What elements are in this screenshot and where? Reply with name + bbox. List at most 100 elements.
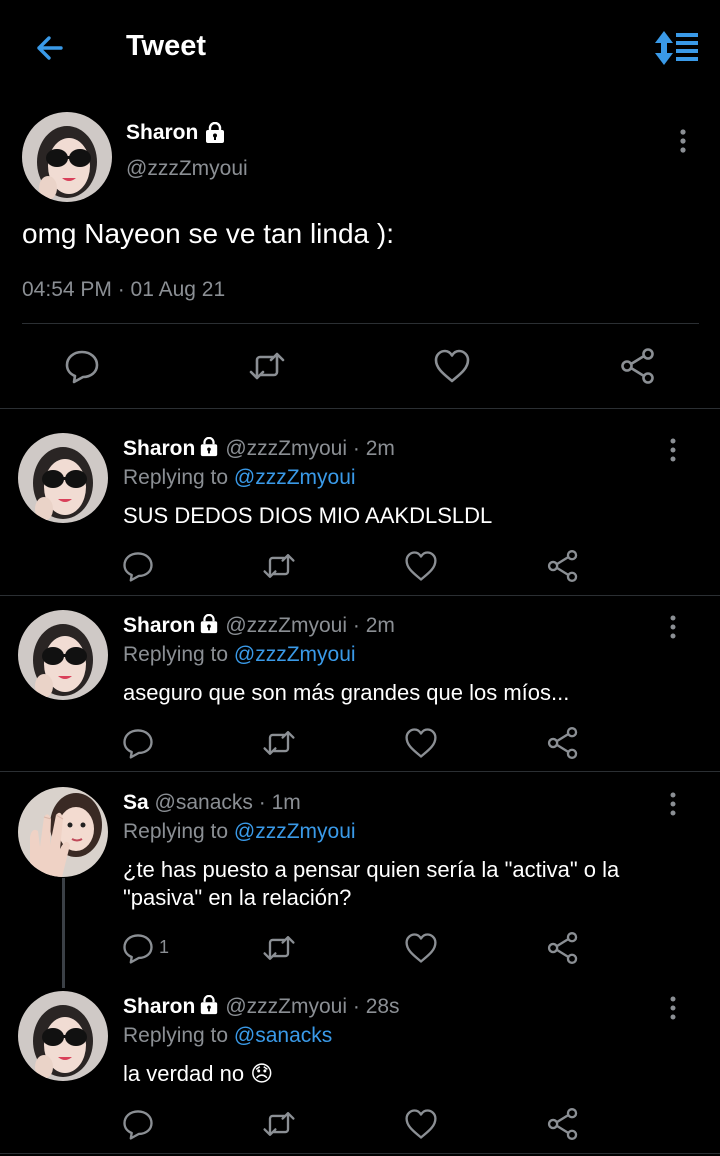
share-icon <box>618 346 658 386</box>
reply-author-name[interactable]: Sharon <box>123 614 195 637</box>
lock-icon <box>199 614 219 634</box>
heart-icon <box>403 1106 439 1142</box>
replying-to: Replying to @zzzZmyoui <box>123 820 356 843</box>
lock-icon <box>199 995 219 1015</box>
share-button[interactable] <box>545 548 581 584</box>
author-handle[interactable]: @zzzZmyoui <box>126 157 248 181</box>
reply-button[interactable] <box>120 1106 156 1142</box>
share-button[interactable] <box>545 1106 581 1142</box>
mention-link[interactable]: @zzzZmyoui <box>234 820 356 843</box>
reply-time: 1m <box>271 791 301 814</box>
reply-count: 1 <box>159 937 170 957</box>
more-options-button[interactable] <box>660 993 686 1023</box>
reply-author-handle[interactable]: @sanacks <box>155 791 253 814</box>
reply-icon <box>120 1106 156 1142</box>
more-vertical-icon <box>660 993 686 1023</box>
reply-time: 2m <box>365 437 395 460</box>
mention-link[interactable]: @zzzZmyoui <box>234 466 356 489</box>
reply-author-name[interactable]: Sharon <box>123 437 195 460</box>
disappointed-face-emoji: 😞 <box>250 1061 274 1086</box>
reply-author-handle[interactable]: @zzzZmyoui <box>225 995 347 1018</box>
reply-author-name[interactable]: Sa <box>123 791 149 814</box>
reply-avatar[interactable] <box>18 991 108 1081</box>
divider <box>0 771 720 772</box>
lock-icon <box>204 122 226 144</box>
reply-text: ¿te has puesto a pensar quien sería la "… <box>123 857 620 910</box>
tweet-timestamp: 04:54 PM · 01 Aug 21 <box>22 278 226 301</box>
more-vertical-icon <box>660 435 686 465</box>
share-button[interactable] <box>545 930 581 966</box>
like-button[interactable] <box>403 1106 439 1142</box>
more-options-button[interactable] <box>668 125 698 157</box>
reply-time: 2m <box>365 614 395 637</box>
more-vertical-icon <box>668 125 698 157</box>
mention-link[interactable]: @sanacks <box>234 1024 332 1047</box>
replying-to: Replying to @zzzZmyoui <box>123 643 356 666</box>
tweet-text: omg Nayeon se ve tan linda ): <box>22 218 394 249</box>
retweet-icon <box>261 725 297 761</box>
reply-icon <box>120 930 156 966</box>
share-icon <box>545 930 581 966</box>
mention-link[interactable]: @zzzZmyoui <box>234 643 356 666</box>
share-button[interactable] <box>618 346 658 386</box>
reply-icon <box>120 725 156 761</box>
reply-icon <box>62 346 102 386</box>
reply-text: la verdad no 😞 <box>123 1061 274 1086</box>
retweet-icon <box>247 346 287 386</box>
app-header: Tweet <box>0 0 720 96</box>
retweet-button[interactable] <box>247 346 287 386</box>
reply-button[interactable] <box>120 930 156 966</box>
reply-button[interactable] <box>120 725 156 761</box>
more-options-button[interactable] <box>660 435 686 465</box>
retweet-button[interactable] <box>261 548 297 584</box>
sort-replies-button[interactable] <box>652 28 700 68</box>
replying-to: Replying to @sanacks <box>123 1024 333 1047</box>
reply-item[interactable]: Sa @sanacks · 1m Replying to @zzzZmyoui … <box>0 787 720 977</box>
retweet-button[interactable] <box>261 725 297 761</box>
more-options-button[interactable] <box>660 789 686 819</box>
like-button[interactable] <box>432 346 472 386</box>
like-button[interactable] <box>403 930 439 966</box>
reply-button[interactable] <box>120 548 156 584</box>
tweet-screen: Tweet Sharon @zzzZmyoui omg Nayeon se ve… <box>0 0 720 1156</box>
heart-icon <box>432 346 472 386</box>
thread-connector <box>62 878 65 988</box>
divider <box>0 595 720 596</box>
share-icon <box>545 548 581 584</box>
reply-author-name[interactable]: Sharon <box>123 995 195 1018</box>
back-button[interactable] <box>30 28 70 68</box>
more-vertical-icon <box>660 612 686 642</box>
divider <box>0 408 720 409</box>
reply-avatar[interactable] <box>18 787 108 877</box>
share-icon <box>545 725 581 761</box>
like-button[interactable] <box>403 548 439 584</box>
lock-icon <box>199 437 219 457</box>
reply-item[interactable]: Sharon @zzzZmyoui · 2m Replying to @zzzZm… <box>0 610 720 770</box>
reply-author-handle[interactable]: @zzzZmyoui <box>225 614 347 637</box>
share-button[interactable] <box>545 725 581 761</box>
reply-author-handle[interactable]: @zzzZmyoui <box>225 437 347 460</box>
arrow-left-icon <box>30 28 70 68</box>
reply-header: Sharon @zzzZmyoui · 28s <box>123 995 400 1018</box>
reply-header: Sa @sanacks · 1m <box>123 791 301 814</box>
reply-icon <box>120 548 156 584</box>
reply-avatar[interactable] <box>18 433 108 523</box>
retweet-icon <box>261 930 297 966</box>
reply-item[interactable]: Sharon @zzzZmyoui · 28s Replying to @sana… <box>0 991 720 1151</box>
retweet-icon <box>261 1106 297 1142</box>
reply-item[interactable]: Sharon @zzzZmyoui · 2m Replying to @zzzZm… <box>0 433 720 593</box>
more-options-button[interactable] <box>660 612 686 642</box>
like-button[interactable] <box>403 725 439 761</box>
heart-icon <box>403 725 439 761</box>
page-title: Tweet <box>126 30 207 62</box>
divider <box>22 323 699 324</box>
author-avatar[interactable] <box>22 112 112 202</box>
retweet-button[interactable] <box>261 930 297 966</box>
reply-time: 28s <box>365 995 400 1018</box>
reply-button[interactable] <box>62 346 102 386</box>
reply-avatar[interactable] <box>18 610 108 700</box>
reply-text: aseguro que son más grandes que los míos… <box>123 680 570 705</box>
author-name[interactable]: Sharon <box>126 121 226 145</box>
retweet-button[interactable] <box>261 1106 297 1142</box>
reply-header: Sharon @zzzZmyoui · 2m <box>123 614 395 637</box>
